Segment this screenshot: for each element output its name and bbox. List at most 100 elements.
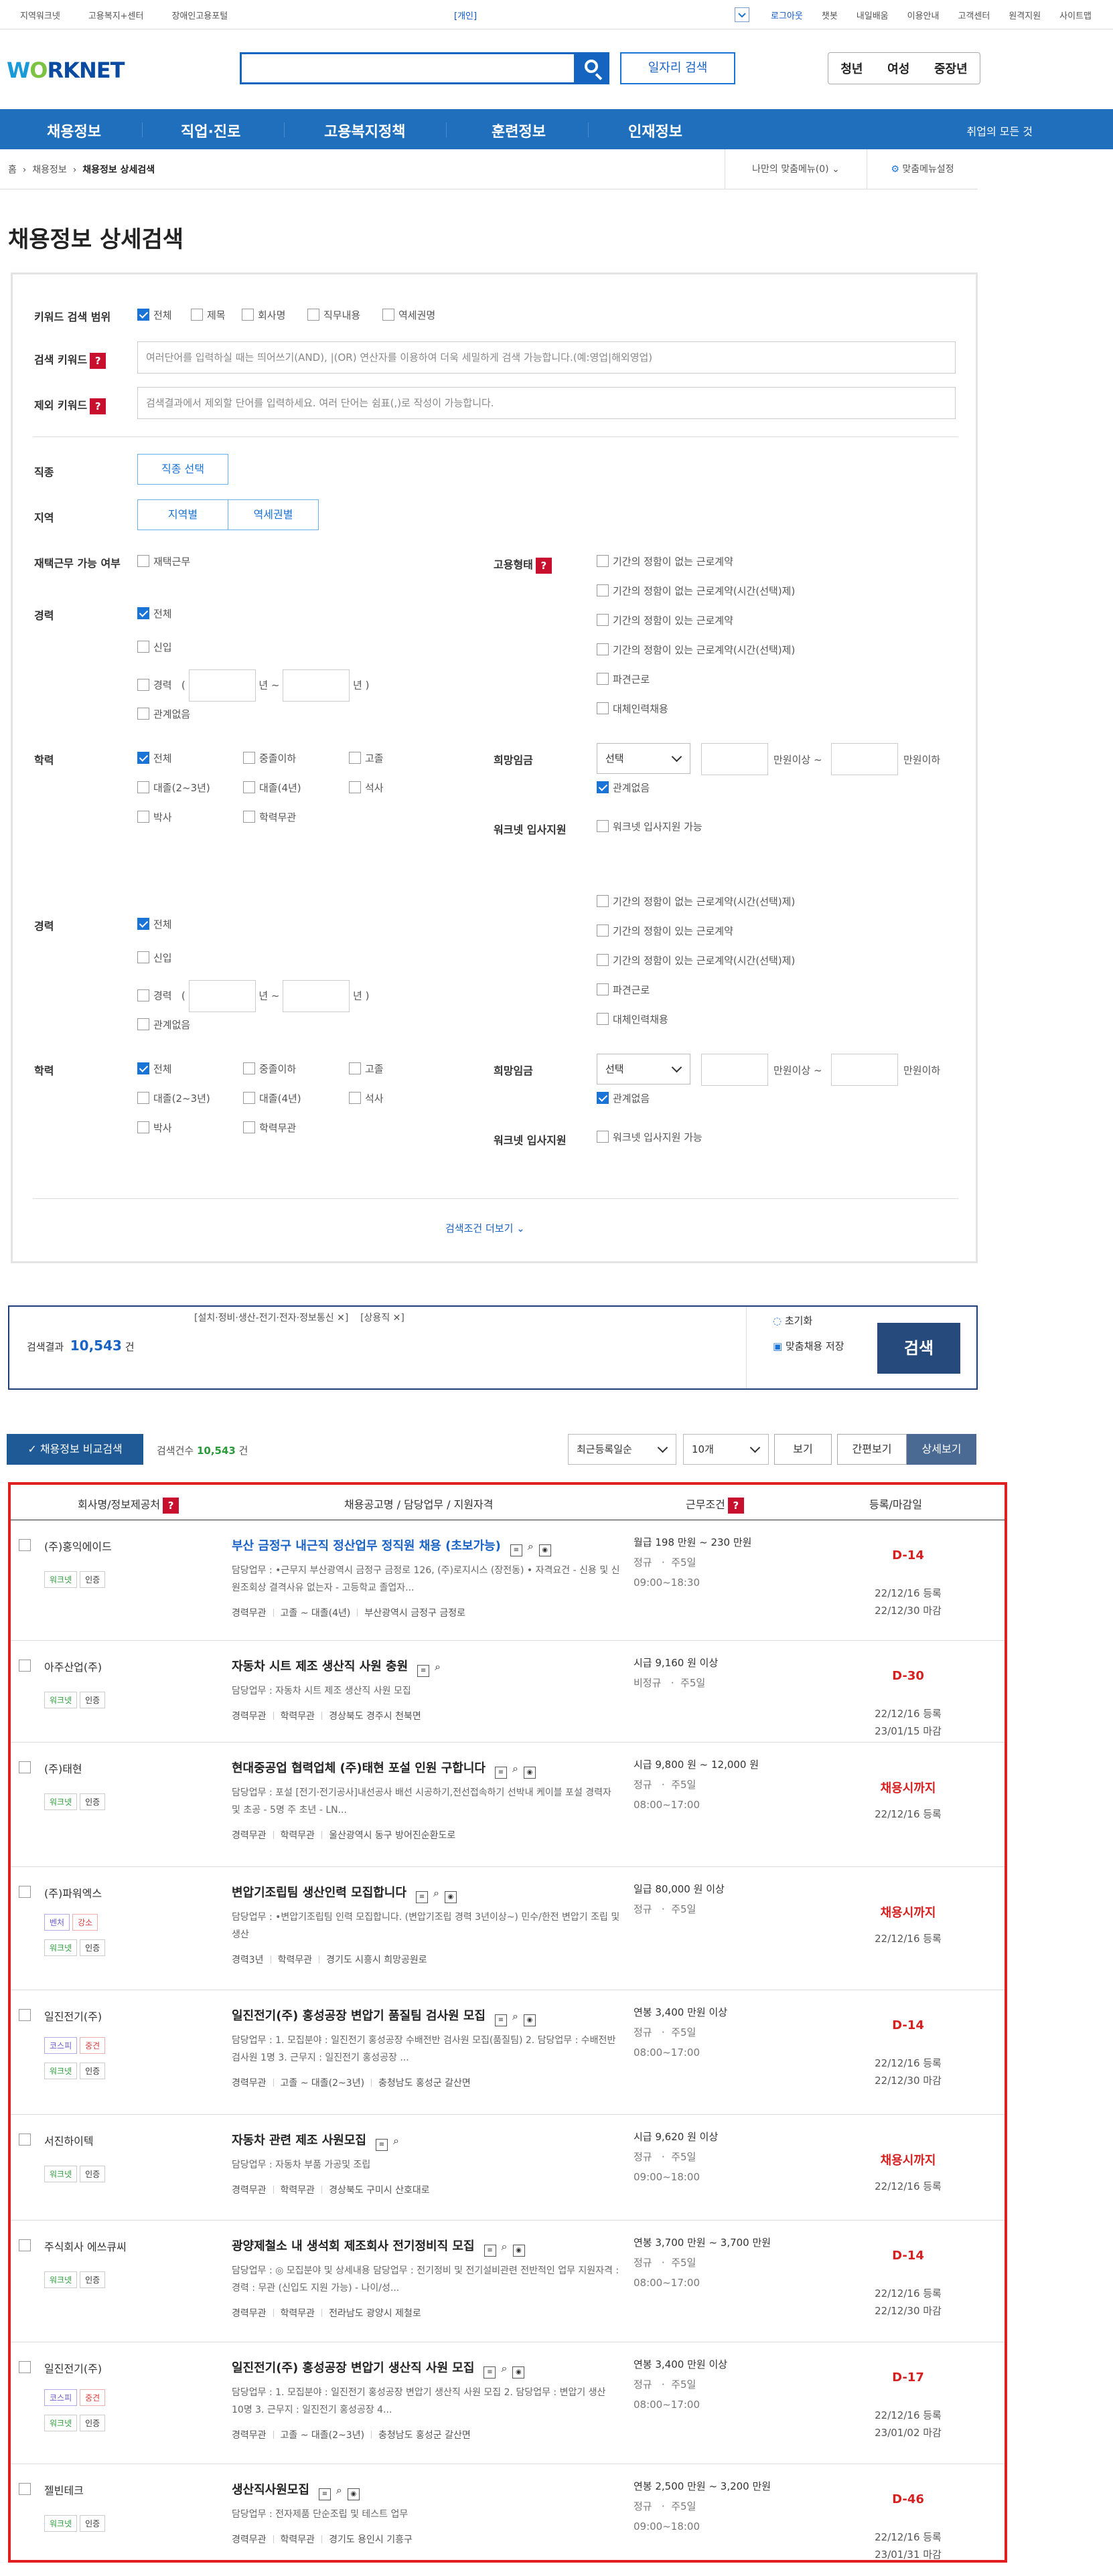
- search-icon[interactable]: ⌕: [528, 1540, 534, 1552]
- row-checkbox[interactable]: [19, 1660, 31, 1672]
- row-checkbox[interactable]: [19, 1886, 31, 1898]
- help-icon[interactable]: ?: [535, 557, 552, 574]
- emp-opt-2[interactable]: 기간의 정함이 없는 근로계약(시간(선택)제): [597, 584, 795, 598]
- edu-high[interactable]: 고졸: [349, 751, 384, 765]
- search-icon[interactable]: ⌕: [512, 1762, 518, 1775]
- help-icon[interactable]: ?: [163, 1497, 179, 1514]
- company-name[interactable]: (주)파워엑스: [44, 1884, 102, 1901]
- worknet-logo[interactable]: WORKNET: [7, 58, 125, 83]
- kw-scope-company[interactable]: 회사명: [242, 308, 285, 322]
- nav-welfare[interactable]: 고용복지정책: [324, 120, 405, 141]
- breadcrumb-jobs[interactable]: 채용정보: [32, 165, 67, 175]
- edu-middle[interactable]: 중졸이하: [243, 751, 296, 765]
- career2-new[interactable]: 신입: [137, 951, 172, 965]
- search-input[interactable]: [240, 52, 576, 84]
- detail-view-button[interactable]: 상세보기: [907, 1434, 976, 1465]
- job-title-link[interactable]: 변압기조립팀 생산인력 모집합니다 ≡ ⌕ ◉: [232, 1883, 457, 1903]
- career2-none[interactable]: 관계없음: [137, 1018, 190, 1032]
- job-title-link[interactable]: 자동차 관련 제조 사원모집 ≡ ⌕: [232, 2131, 399, 2151]
- edu2-middle[interactable]: 중졸이하: [243, 1062, 296, 1076]
- people-icon[interactable]: ◉: [512, 2366, 525, 2379]
- job-title-link[interactable]: 자동차 시트 제조 생산직 사원 충원 ≡ ⌕: [232, 1657, 441, 1677]
- nav-talent[interactable]: 인재정보: [628, 120, 682, 141]
- edu2-master[interactable]: 석사: [349, 1091, 384, 1105]
- search-button[interactable]: [576, 52, 609, 84]
- job-title-link[interactable]: 부산 금정구 내근직 정산업무 정직원 채용 (초보가능) ≡ ⌕ ◉: [232, 1536, 551, 1556]
- emp2-opt-2[interactable]: 기간의 정함이 있는 근로계약: [597, 924, 733, 938]
- job-title-link[interactable]: 생산직사원모집 ≡ ⌕ ◉: [232, 2480, 360, 2500]
- kw-scope-title[interactable]: 제목: [191, 308, 226, 322]
- search-icon[interactable]: ⌕: [433, 1886, 439, 1899]
- wage-type-select[interactable]: 선택: [597, 743, 690, 774]
- emp-opt-1[interactable]: 기간의 정함이 없는 근로계약: [597, 554, 733, 568]
- edu2-all[interactable]: 전체: [137, 1062, 172, 1076]
- row-checkbox[interactable]: [19, 2239, 31, 2251]
- document-icon[interactable]: ≡: [417, 1665, 430, 1677]
- wage2-type-select[interactable]: 선택: [597, 1054, 690, 1084]
- filter-tag[interactable]: [상용직 ✕]: [360, 1313, 404, 1323]
- document-icon[interactable]: ≡: [494, 2014, 507, 2026]
- exclude-input[interactable]: 검색결과에서 제외할 단어를 입력하세요. 여러 단어는 쉼표(,)로 작성이 …: [137, 387, 956, 419]
- util-link-center[interactable]: 고용복지+센터: [88, 11, 144, 21]
- tab-youth[interactable]: 청년: [840, 60, 863, 77]
- edu2-college[interactable]: 대졸(2~3년): [137, 1091, 210, 1105]
- my-menu-dropdown[interactable]: 나만의 맞춤메뉴(0) ⌄: [725, 149, 867, 189]
- simple-view-button[interactable]: 간편보기: [837, 1434, 907, 1465]
- search-icon[interactable]: ⌕: [502, 2240, 508, 2253]
- emp2-opt-5[interactable]: 대체인력채용: [597, 1012, 668, 1026]
- wage2-none[interactable]: 관계없음: [597, 1091, 650, 1105]
- nav-training[interactable]: 훈련정보: [492, 120, 546, 141]
- company-name[interactable]: 일진전기(주): [44, 2008, 102, 2024]
- util-support[interactable]: 고객센터: [958, 11, 990, 21]
- people-icon[interactable]: ◉: [444, 1891, 457, 1903]
- document-icon[interactable]: ≡: [484, 2366, 496, 2379]
- sort-select[interactable]: 최근등록일순: [568, 1434, 676, 1465]
- util-logout[interactable]: 로그아웃: [771, 11, 803, 21]
- reset-button[interactable]: ◌ 초기화: [773, 1313, 812, 1327]
- util-guide[interactable]: 이용안내: [907, 11, 940, 21]
- help-icon[interactable]: ?: [90, 398, 106, 414]
- region-button[interactable]: 지역별: [137, 499, 228, 530]
- career-all[interactable]: 전체: [137, 607, 172, 621]
- kw-scope-all[interactable]: 전체: [137, 308, 172, 322]
- edu2-any[interactable]: 학력무관: [243, 1121, 296, 1135]
- menu-setting-button[interactable]: ⚙ 맞춤메뉴설정: [867, 149, 978, 189]
- document-icon[interactable]: ≡: [494, 1767, 507, 1779]
- people-icon[interactable]: ◉: [523, 1767, 536, 1779]
- tab-women[interactable]: 여성: [887, 60, 909, 77]
- document-icon[interactable]: ≡: [318, 2488, 331, 2500]
- help-icon[interactable]: ?: [727, 1497, 744, 1514]
- company-name[interactable]: 젤빈테크: [44, 2482, 84, 2498]
- util-sitemap[interactable]: 사이트맵: [1059, 11, 1092, 21]
- emp2-opt-3[interactable]: 기간의 정함이 있는 근로계약(시간(선택)제): [597, 953, 795, 967]
- util-remote[interactable]: 원격지원: [1009, 11, 1041, 21]
- search-icon[interactable]: ⌕: [435, 1660, 441, 1673]
- job-title-link[interactable]: 일진전기(주) 홍성공장 변압기 생산직 사원 모집 ≡ ⌕ ◉: [232, 2358, 525, 2379]
- wage-none[interactable]: 관계없음: [597, 781, 650, 795]
- edu-all[interactable]: 전체: [137, 751, 172, 765]
- company-name[interactable]: (주)홍익에이드: [44, 1538, 112, 1554]
- edu2-phd[interactable]: 박사: [137, 1121, 172, 1135]
- support2-checkbox[interactable]: 워크넷 입사지원 가능: [597, 1130, 702, 1144]
- job-title-link[interactable]: 현대중공업 협력업체 (주)태현 포설 인원 구합니다 ≡ ⌕ ◉: [232, 1759, 536, 1779]
- compare-button[interactable]: ✓ 채용정보 비교검색: [7, 1434, 143, 1465]
- util-learning[interactable]: 내일배움: [857, 11, 889, 21]
- job-select-button[interactable]: 직종 선택: [137, 454, 228, 485]
- edu-college[interactable]: 대졸(2~3년): [137, 781, 210, 795]
- document-icon[interactable]: ≡: [510, 1544, 522, 1556]
- people-icon[interactable]: ◉: [523, 2014, 536, 2026]
- util-chatbot[interactable]: 챗봇: [822, 11, 838, 21]
- career-new[interactable]: 신입: [137, 640, 172, 654]
- wage-min-input[interactable]: [701, 743, 768, 775]
- view-button[interactable]: 보기: [774, 1434, 832, 1465]
- career-none[interactable]: 관계없음: [137, 707, 190, 721]
- save-custom-button[interactable]: ▣ 맞춤채용 저장: [773, 1339, 844, 1353]
- company-name[interactable]: 일진전기(주): [44, 2360, 102, 2376]
- station-button[interactable]: 역세권별: [228, 499, 319, 530]
- emp-opt-3[interactable]: 기간의 정함이 있는 근로계약: [597, 613, 733, 627]
- document-icon[interactable]: ≡: [375, 2139, 388, 2151]
- document-icon[interactable]: ≡: [484, 2245, 496, 2257]
- keyword-input[interactable]: 여러단어를 입력하실 때는 띄어쓰기(AND), |(OR) 연산자를 이용하여…: [137, 341, 956, 374]
- job-title-link[interactable]: 일진전기(주) 홍성공장 변압기 품질팀 검사원 모집 ≡ ⌕ ◉: [232, 2006, 536, 2026]
- edu2-univ[interactable]: 대졸(4년): [243, 1091, 301, 1105]
